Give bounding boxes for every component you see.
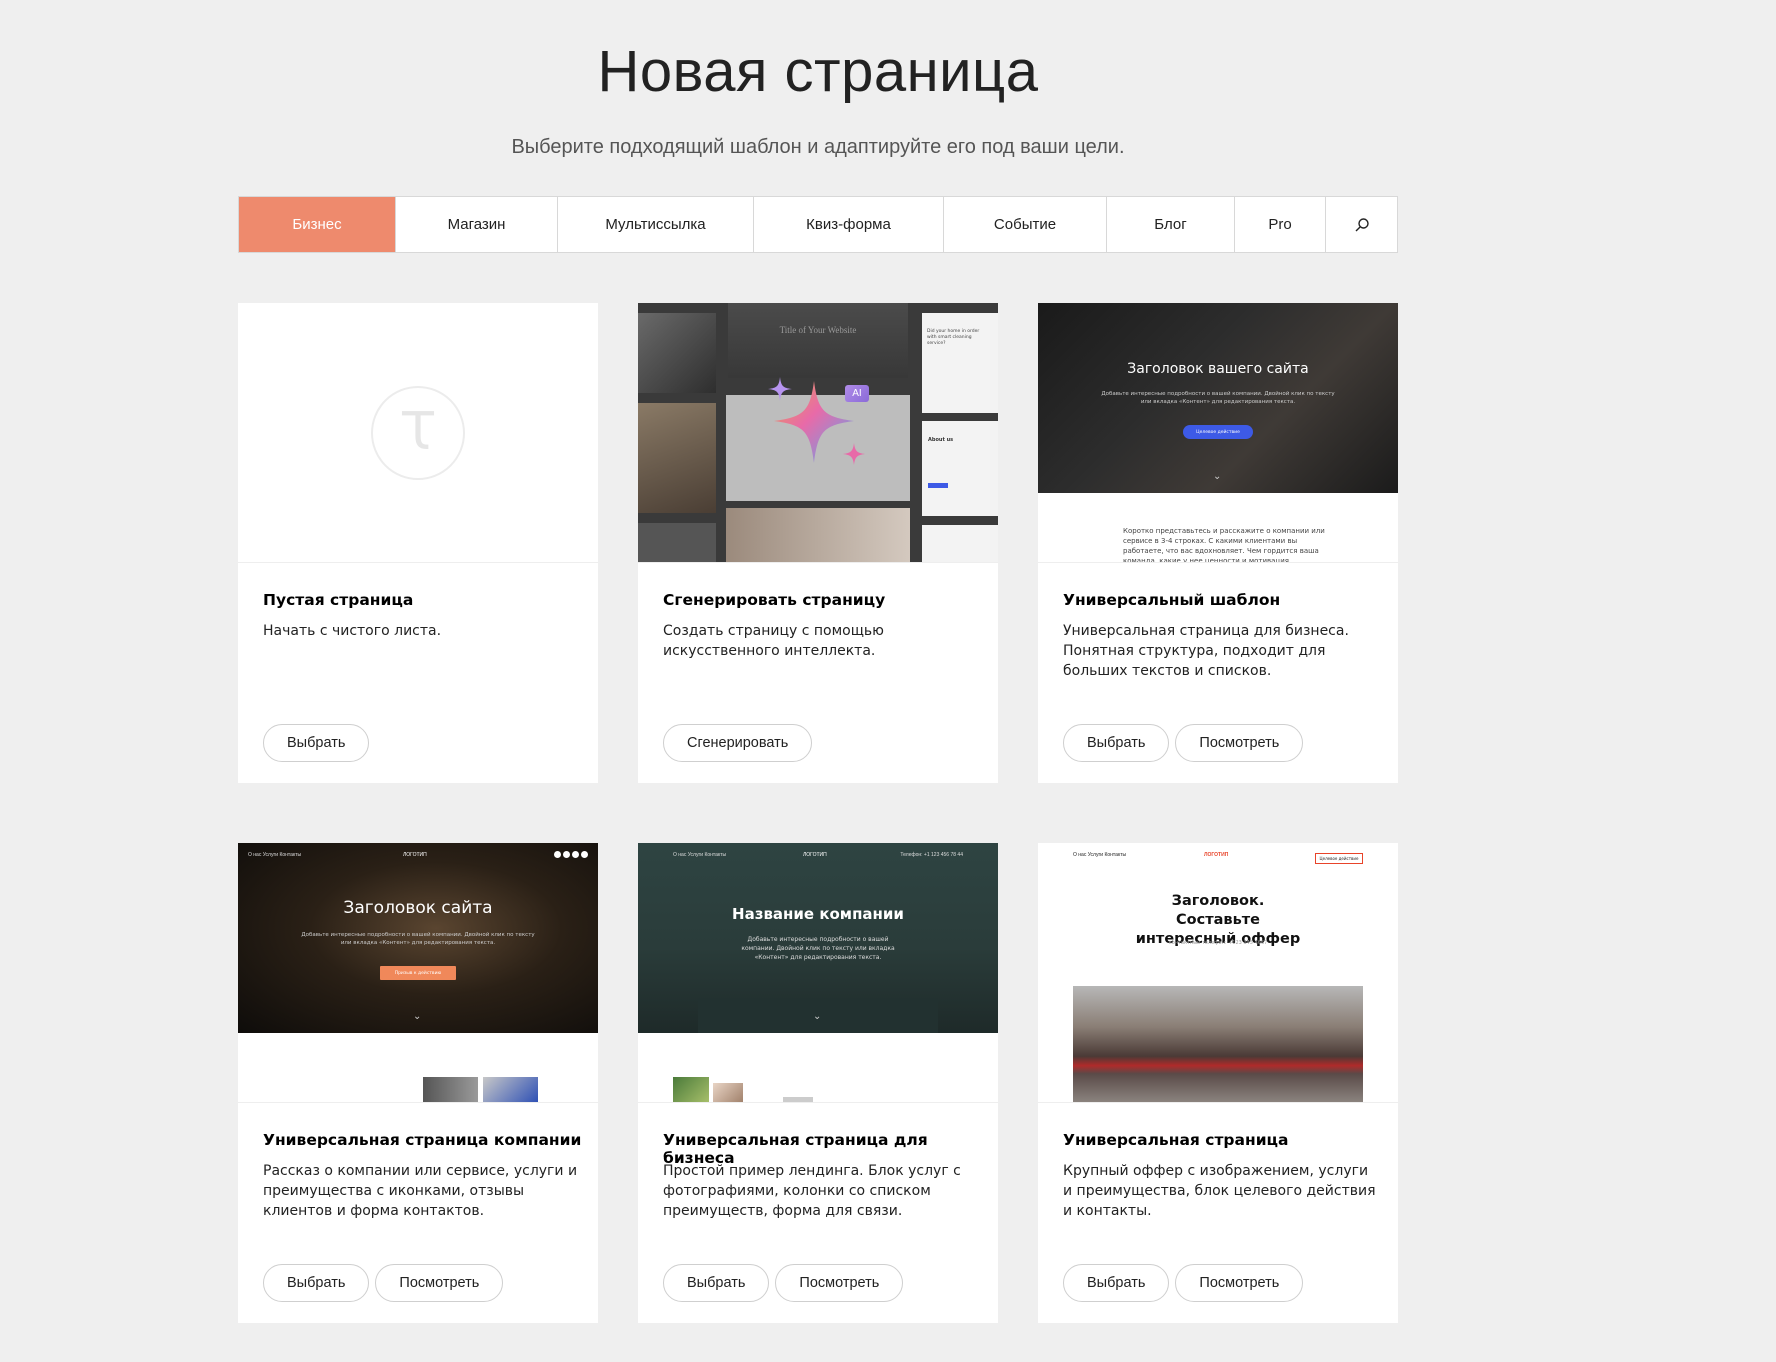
template-thumbnail[interactable]: О нас Услуги Контакты ЛОГОТИП Телефон: +… [638,843,998,1103]
select-button[interactable]: Выбрать [1063,1264,1170,1302]
preview-button[interactable]: Посмотреть [1175,1264,1304,1302]
card-title: Сгенерировать страницу [663,591,886,609]
tab-blog[interactable]: Блог [1107,197,1235,252]
search-button[interactable] [1326,197,1397,252]
card-title: Универсальная страница [1063,1131,1289,1149]
tab-multilink[interactable]: Мультиссылка [558,197,754,252]
tab-pro[interactable]: Pro [1235,197,1326,252]
page-subtitle: Выберите подходящий шаблон и адаптируйте… [511,136,1125,158]
select-button[interactable]: Выбрать [263,724,370,762]
card-description: Начать с чистого листа. [263,623,442,639]
page-title: Новая страница [597,39,1039,104]
template-thumbnail[interactable]: О нас Услуги Контакты ЛОГОТИП Целевое де… [1038,843,1398,1103]
template-card-generate: Title of Your Website Did your home in o… [638,303,998,783]
ai-badge: AI [845,385,869,402]
chevron-down-icon: ⌄ [1213,471,1222,482]
card-description: Универсальная страница для бизнеса. Поня… [1063,623,1349,679]
template-card-blank: Ꚍ Пустая страница Начать с чистого листа… [238,303,598,783]
chevron-down-icon: ⌄ [813,1011,822,1022]
card-description: Рассказ о компании или сервисе, услуги и… [263,1163,578,1219]
preview-button[interactable]: Посмотреть [775,1264,904,1302]
social-icons [554,851,588,858]
template-thumbnail[interactable]: Title of Your Website Did your home in o… [638,303,998,563]
select-button[interactable]: Выбрать [1063,724,1170,762]
card-title: Универсальный шаблон [1063,591,1281,609]
card-title: Пустая страница [263,591,414,609]
card-description: Создать страницу с помощью искусственног… [663,623,884,659]
category-tabs: Бизнес Магазин Мультиссылка Квиз-форма С… [238,196,1398,253]
preview-button[interactable]: Посмотреть [1175,724,1304,762]
card-description: Крупный оффер с изображением, услуги и п… [1063,1163,1376,1219]
select-button[interactable]: Выбрать [663,1264,770,1302]
thumb-cta: Целевое действие [1315,853,1363,864]
select-button[interactable]: Выбрать [263,1264,370,1302]
template-thumbnail[interactable]: Ꚍ [238,303,598,563]
tab-business[interactable]: Бизнес [239,197,396,252]
tab-shop[interactable]: Магазин [396,197,558,252]
search-icon [1355,217,1369,231]
template-card-universal-page: О нас Услуги Контакты ЛОГОТИП Целевое де… [1038,843,1398,1323]
template-thumbnail[interactable]: О нас Услуги Контакты ЛОГОТИП Заголовок … [238,843,598,1103]
thumb-photo-collage [638,303,720,562]
chevron-down-icon: ⌄ [413,1011,422,1022]
template-thumbnail[interactable]: Заголовок вашего сайта Добавьте интересн… [1038,303,1398,563]
tab-event[interactable]: Событие [944,197,1107,252]
card-description: Простой пример лендинга. Блок услуг с фо… [663,1163,961,1219]
generate-button[interactable]: Сгенерировать [663,724,813,762]
thumb-site-title: Title of Your Website [779,325,857,335]
preview-button[interactable]: Посмотреть [375,1264,504,1302]
template-card-company-page: О нас Услуги Контакты ЛОГОТИП Заголовок … [238,843,598,1323]
thumb-cta: Призыв к действию [380,966,456,980]
tilda-logo-icon: Ꚍ [371,386,465,480]
thumb-street-photo [1073,986,1363,1102]
thumb-cta: Целевое действие [1183,425,1253,439]
tab-quiz-form[interactable]: Квиз-форма [754,197,944,252]
card-title: Универсальная страница компании [263,1131,582,1149]
template-card-business-page: О нас Услуги Контакты ЛОГОТИП Телефон: +… [638,843,998,1323]
template-card-universal-template: Заголовок вашего сайта Добавьте интересн… [1038,303,1398,783]
